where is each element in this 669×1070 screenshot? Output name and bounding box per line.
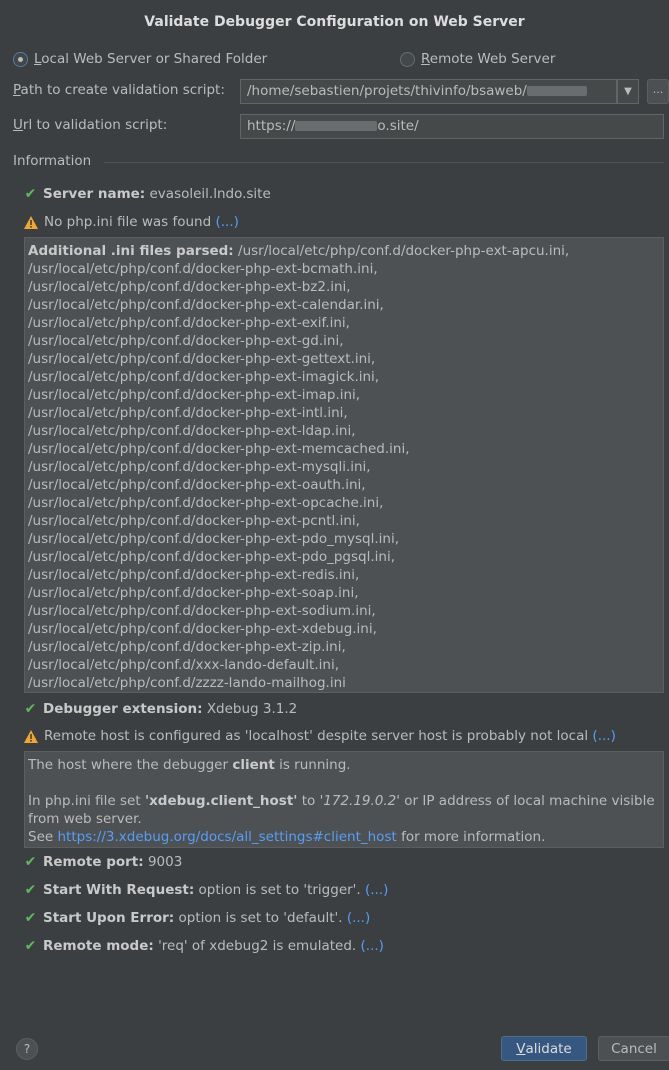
path-label: Path to create validation script: <box>13 82 225 98</box>
start-with-request-item: ✔ Start With Request: option is set to '… <box>24 882 389 898</box>
validate-button[interactable]: Validate <box>501 1036 587 1061</box>
more-link[interactable]: (...) <box>215 214 238 230</box>
browse-button[interactable]: ... <box>647 79 669 104</box>
warning-icon <box>24 215 38 229</box>
path-input[interactable]: /home/sebastien/projets/thivinfo/bsaweb/ <box>240 79 617 104</box>
radio-unchecked-icon <box>400 51 415 67</box>
ini-file-line: /usr/local/etc/php/conf.d/docker-php-ext… <box>28 531 399 547</box>
more-link[interactable]: (...) <box>347 910 370 926</box>
ini-file-line: /usr/local/etc/php/conf.d/docker-php-ext… <box>28 315 350 331</box>
remote-host-warning-item: Remote host is configured as 'localhost'… <box>24 728 616 744</box>
redacted-text <box>295 121 378 131</box>
ini-file-line: /usr/local/etc/php/conf.d/docker-php-ext… <box>28 351 376 367</box>
ini-file-line: /usr/local/etc/php/conf.d/docker-php-ext… <box>28 459 371 475</box>
xdebug-docs-link[interactable]: https://3.xdebug.org/docs/all_settings#c… <box>57 829 396 845</box>
server-name-item: ✔ Server name: evasoleil.lndo.site <box>24 186 271 202</box>
ini-file-line: /usr/local/etc/php/conf.d/docker-php-ext… <box>28 279 351 295</box>
ini-file-line: /usr/local/etc/php/conf.d/docker-php-ext… <box>28 333 344 349</box>
ini-file-line: /usr/local/etc/php/conf.d/docker-php-ext… <box>28 549 395 565</box>
radio-checked-icon <box>13 51 28 67</box>
ini-file-line: /usr/local/etc/php/conf.d/docker-php-ext… <box>28 567 360 583</box>
ini-file-line: /usr/local/etc/php/conf.d/docker-php-ext… <box>28 387 361 403</box>
debugger-extension-item: ✔ Debugger extension: Xdebug 3.1.2 <box>24 701 298 717</box>
url-input[interactable]: https://o.site/ <box>240 114 664 139</box>
ini-file-line: /usr/local/etc/php/conf.d/docker-php-ext… <box>28 477 366 493</box>
ini-file-line: /usr/local/etc/php/conf.d/docker-php-ext… <box>28 603 376 619</box>
help-icon: ? <box>23 1042 31 1056</box>
ini-file-line: /usr/local/etc/php/conf.d/docker-php-ext… <box>28 423 356 439</box>
ini-file-line: /usr/local/etc/php/conf.d/docker-php-ext… <box>28 513 360 529</box>
check-icon: ✔ <box>24 882 37 898</box>
more-link[interactable]: (...) <box>365 882 388 898</box>
ini-files-panel: Additional .ini files parsed: /usr/local… <box>24 237 664 693</box>
remote-server-label: Remote Web Server <box>421 51 556 67</box>
check-icon: ✔ <box>24 701 37 717</box>
ini-file-line: /usr/local/etc/php/conf.d/docker-php-ext… <box>28 297 384 313</box>
check-icon: ✔ <box>24 854 37 870</box>
dialog-title: Validate Debugger Configuration on Web S… <box>144 14 525 30</box>
cancel-button[interactable]: Cancel <box>598 1036 669 1061</box>
information-section-title: Information <box>13 153 92 169</box>
ini-file-line: /usr/local/etc/php/conf.d/zzzz-lando-mai… <box>28 675 346 691</box>
panel-line: In php.ini file set 'xdebug.client_host'… <box>28 793 655 809</box>
section-divider <box>104 162 664 163</box>
ini-file-line: /usr/local/etc/php/conf.d/docker-php-ext… <box>28 441 410 457</box>
chevron-down-icon: ▼ <box>624 86 632 97</box>
check-icon: ✔ <box>24 186 37 202</box>
warning-icon <box>24 729 38 743</box>
panel-line: See https://3.xdebug.org/docs/all_settin… <box>28 829 546 845</box>
no-phpini-item: No php.ini file was found (...) <box>24 214 239 230</box>
url-label: Url to validation script: <box>13 117 168 133</box>
redacted-text <box>526 86 587 96</box>
ini-file-line: Additional .ini files parsed: /usr/local… <box>28 243 570 259</box>
start-upon-error-item: ✔ Start Upon Error: option is set to 'de… <box>24 910 371 926</box>
check-icon: ✔ <box>24 938 37 954</box>
client-host-panel: The host where the debugger client is ru… <box>24 751 664 848</box>
help-button[interactable]: ? <box>16 1038 38 1060</box>
local-server-label: Local Web Server or Shared Folder <box>34 51 268 67</box>
path-dropdown-button[interactable]: ▼ <box>617 79 639 104</box>
ini-file-line: /usr/local/etc/php/conf.d/docker-php-ext… <box>28 261 378 277</box>
local-server-radio[interactable]: Local Web Server or Shared Folder <box>13 51 267 67</box>
ini-file-line: /usr/local/etc/php/conf.d/docker-php-ext… <box>28 405 348 421</box>
ini-file-line: /usr/local/etc/php/conf.d/docker-php-ext… <box>28 621 377 637</box>
more-link[interactable]: (...) <box>592 728 615 744</box>
ini-file-line: /usr/local/etc/php/conf.d/docker-php-ext… <box>28 495 384 511</box>
ini-file-line: /usr/local/etc/php/conf.d/docker-php-ext… <box>28 639 346 655</box>
remote-server-radio[interactable]: Remote Web Server <box>400 51 555 67</box>
ini-file-line: /usr/local/etc/php/conf.d/docker-php-ext… <box>28 585 359 601</box>
ini-file-line: /usr/local/etc/php/conf.d/xxx-lando-defa… <box>28 657 339 673</box>
remote-mode-item: ✔ Remote mode: 'req' of xdebug2 is emula… <box>24 938 384 954</box>
panel-line: The host where the debugger client is ru… <box>28 757 351 773</box>
ini-file-line: /usr/local/etc/php/conf.d/docker-php-ext… <box>28 369 380 385</box>
check-icon: ✔ <box>24 910 37 926</box>
remote-port-item: ✔ Remote port: 9003 <box>24 854 183 870</box>
panel-line: from web server. <box>28 811 142 827</box>
more-link[interactable]: (...) <box>361 938 384 954</box>
